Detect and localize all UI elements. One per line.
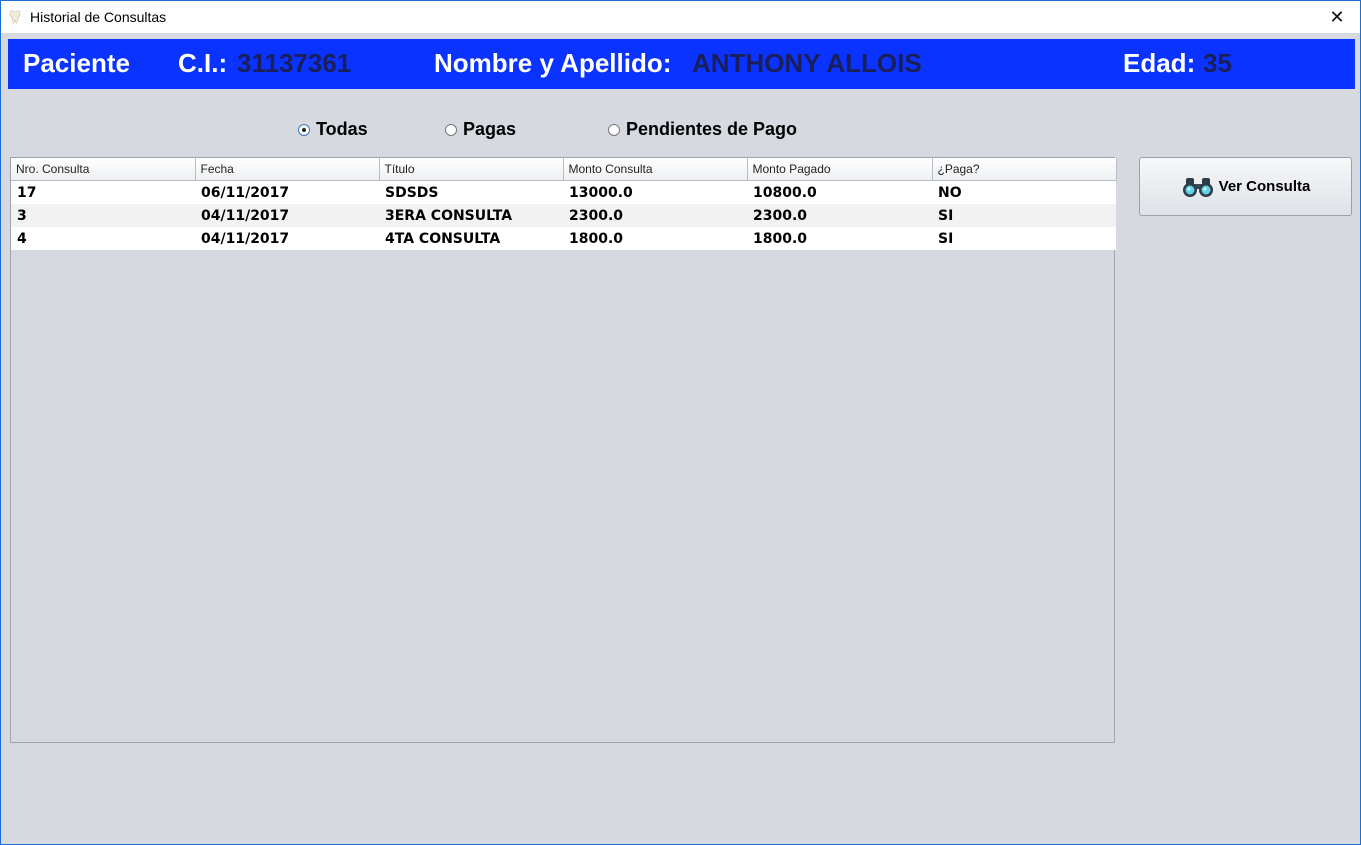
tooth-icon: [9, 10, 21, 24]
cell-fecha: 06/11/2017: [195, 180, 379, 204]
table-row[interactable]: 4 04/11/2017 4TA CONSULTA 1800.0 1800.0 …: [11, 227, 1116, 250]
consultas-table[interactable]: Nro. Consulta Fecha Título Monto Consult…: [10, 157, 1117, 743]
patient-header: Paciente C.I.: 31137361 Nombre y Apellid…: [8, 39, 1355, 89]
cell-fecha: 04/11/2017: [195, 204, 379, 227]
column-header-paga[interactable]: ¿Paga?: [932, 158, 1117, 181]
radio-unselected-icon[interactable]: [608, 123, 620, 136]
close-button[interactable]: ✕: [1314, 1, 1360, 33]
filter-pendientes-radio[interactable]: Pendientes de Pago: [608, 119, 797, 140]
column-header-monto-pagado[interactable]: Monto Pagado: [747, 158, 933, 181]
binoculars-icon: [1182, 177, 1213, 197]
name-label: Nombre y Apellido:: [434, 48, 672, 78]
ver-consulta-button[interactable]: Ver Consulta: [1139, 157, 1352, 216]
age-label: Edad:: [1123, 48, 1196, 78]
patient-section-label: Paciente: [23, 48, 130, 78]
cell-titulo: 4TA CONSULTA: [379, 227, 563, 250]
app-window: Historial de Consultas ✕ Paciente C.I.: …: [0, 0, 1361, 845]
close-icon: ✕: [1329, 6, 1345, 28]
ver-consulta-label: Ver Consulta: [1218, 178, 1311, 195]
radio-unselected-icon[interactable]: [445, 123, 457, 136]
table-row[interactable]: 3 04/11/2017 3ERA CONSULTA 2300.0 2300.0…: [11, 204, 1116, 227]
ci-label: C.I.:: [178, 48, 228, 78]
cell-monto-consulta: 2300.0: [563, 204, 747, 227]
ci-value: 31137361: [237, 48, 352, 78]
filter-pendientes-label: Pendientes de Pago: [626, 119, 798, 139]
cell-monto-consulta: 13000.0: [563, 180, 747, 204]
cell-monto-pagado: 1800.0: [747, 227, 932, 250]
cell-paga: SI: [932, 227, 1116, 250]
cell-monto-pagado: 10800.0: [747, 180, 932, 204]
table-header-row: Nro. Consulta Fecha Título Monto Consult…: [11, 158, 1117, 181]
title-bar[interactable]: Historial de Consultas ✕: [1, 1, 1360, 33]
cell-titulo: 3ERA CONSULTA: [379, 204, 563, 227]
column-header-titulo[interactable]: Título: [379, 158, 564, 181]
cell-nro-consulta: 17: [11, 180, 195, 204]
cell-monto-consulta: 1800.0: [563, 227, 747, 250]
cell-paga: SI: [932, 204, 1116, 227]
cell-nro-consulta: 4: [11, 227, 195, 250]
age-value: 35: [1203, 48, 1232, 78]
filter-radio-group: Todas Pagas Pendientes de Pago: [1, 119, 1360, 141]
table-row[interactable]: 17 06/11/2017 SDSDS 13000.0 10800.0 NO: [11, 180, 1116, 204]
radio-selected-icon[interactable]: [298, 123, 310, 136]
column-header-nro-consulta[interactable]: Nro. Consulta: [11, 158, 196, 181]
filter-pagas-radio[interactable]: Pagas: [445, 119, 516, 140]
cell-paga: NO: [932, 180, 1116, 204]
cell-nro-consulta: 3: [11, 204, 195, 227]
cell-titulo: SDSDS: [379, 180, 563, 204]
window-title: Historial de Consultas: [30, 9, 167, 25]
column-header-fecha[interactable]: Fecha: [195, 158, 380, 181]
cell-monto-pagado: 2300.0: [747, 204, 932, 227]
column-header-monto-consulta[interactable]: Monto Consulta: [563, 158, 748, 181]
cell-fecha: 04/11/2017: [195, 227, 379, 250]
filter-todas-radio[interactable]: Todas: [298, 119, 368, 140]
name-value: ANTHONY ALLOIS: [692, 48, 922, 78]
filter-todas-label: Todas: [316, 119, 368, 139]
filter-pagas-label: Pagas: [463, 119, 517, 139]
